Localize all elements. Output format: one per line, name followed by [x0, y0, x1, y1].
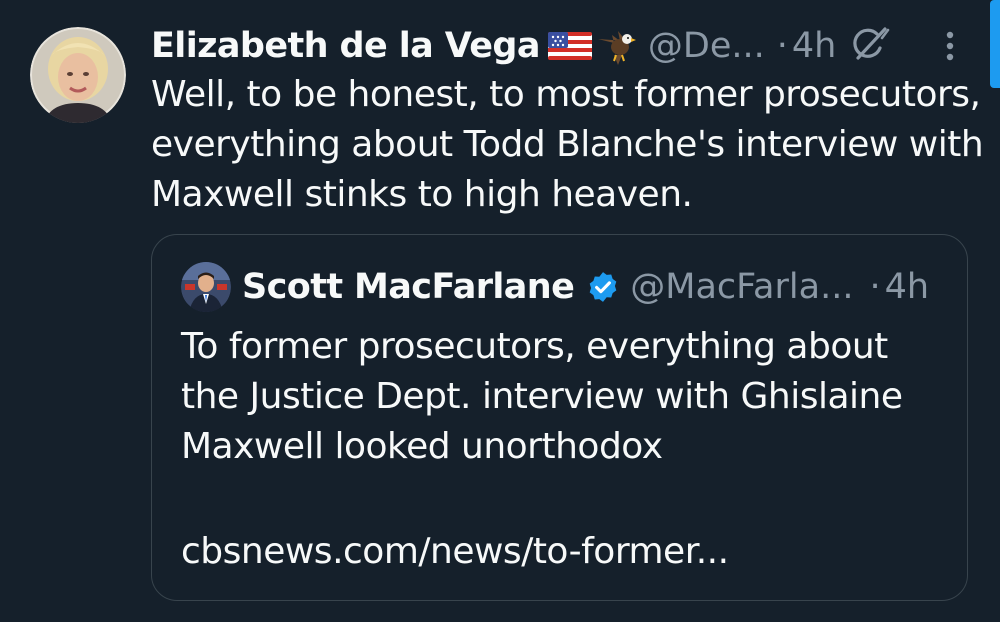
quoted-author-handle[interactable]: @MacFarla... [630, 267, 853, 307]
tweet-timestamp[interactable]: 4h [792, 26, 836, 66]
author-handle[interactable]: @De... [648, 26, 765, 66]
grok-icon[interactable] [848, 26, 890, 64]
eagle-icon [596, 25, 638, 67]
quoted-tweet-link[interactable]: cbsnews.com/news/to-former... [181, 527, 729, 577]
verified-badge-icon[interactable] [586, 270, 620, 304]
quoted-author-display-name[interactable]: Scott MacFarlane [242, 267, 575, 307]
author-display-name[interactable]: Elizabeth de la Vega [151, 26, 540, 66]
author-avatar[interactable] [30, 27, 126, 123]
quoted-tweet-card[interactable]: Scott MacFarlane @MacFarla... · 4h To fo… [151, 234, 968, 601]
more-options-icon[interactable] [936, 28, 964, 64]
quoted-tweet-timestamp[interactable]: 4h [885, 267, 929, 307]
tweet-text: Well, to be honest, to most former prose… [151, 74, 984, 215]
separator-dot: · [776, 26, 788, 66]
us-flag-icon [547, 30, 592, 62]
quoted-tweet-header: Scott MacFarlane @MacFarla... · 4h [242, 262, 929, 312]
quoted-tweet-text: To former prosecutors, everything about … [181, 326, 903, 467]
quoted-separator-dot: · [869, 267, 881, 307]
quoted-author-avatar[interactable] [181, 262, 231, 312]
tweet-header: Elizabeth de la Vega @De... · 4h [151, 20, 836, 72]
scrollbar-thumb[interactable] [990, 0, 1000, 88]
